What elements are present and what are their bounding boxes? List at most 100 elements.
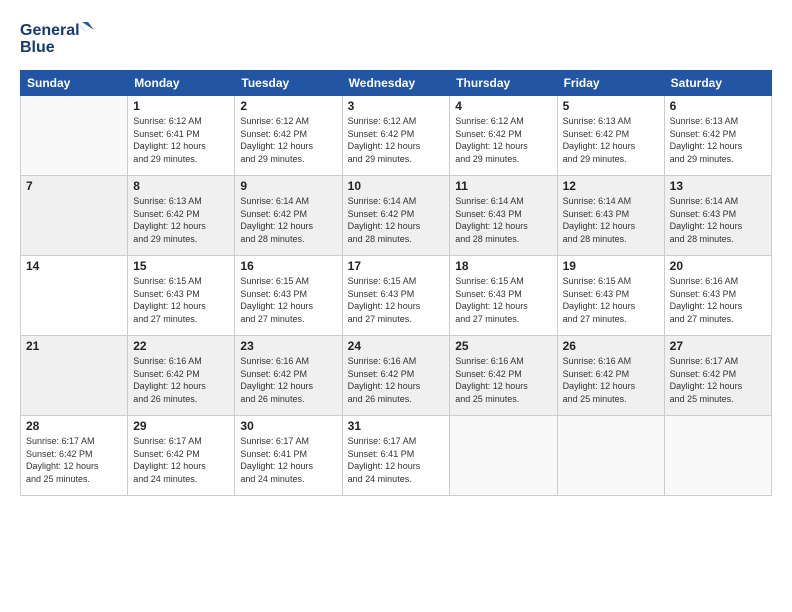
weekday-header-thursday: Thursday (450, 71, 557, 96)
calendar-cell: 27 Sunrise: 6:17 AM Sunset: 6:42 PM Dayli… (664, 336, 771, 416)
day-info: Sunrise: 6:15 AM Sunset: 6:43 PM Dayligh… (348, 275, 445, 325)
day-number: 28 (26, 419, 122, 433)
day-number: 9 (240, 179, 336, 193)
day-number: 26 (563, 339, 659, 353)
day-number: 29 (133, 419, 229, 433)
day-number: 8 (133, 179, 229, 193)
calendar-cell: 18 Sunrise: 6:15 AM Sunset: 6:43 PM Dayli… (450, 256, 557, 336)
day-info: Sunrise: 6:16 AM Sunset: 6:42 PM Dayligh… (240, 355, 336, 405)
weekday-header-friday: Friday (557, 71, 664, 96)
day-info: Sunrise: 6:17 AM Sunset: 6:41 PM Dayligh… (348, 435, 445, 485)
calendar-table: SundayMondayTuesdayWednesdayThursdayFrid… (20, 70, 772, 496)
day-info: Sunrise: 6:16 AM Sunset: 6:42 PM Dayligh… (133, 355, 229, 405)
day-number: 14 (26, 259, 122, 273)
weekday-header-sunday: Sunday (21, 71, 128, 96)
day-number: 2 (240, 99, 336, 113)
weekday-header-saturday: Saturday (664, 71, 771, 96)
calendar-cell: 28 Sunrise: 6:17 AM Sunset: 6:42 PM Dayli… (21, 416, 128, 496)
calendar-cell: 2 Sunrise: 6:12 AM Sunset: 6:42 PM Daylig… (235, 96, 342, 176)
day-info: Sunrise: 6:17 AM Sunset: 6:42 PM Dayligh… (670, 355, 766, 405)
day-info: Sunrise: 6:13 AM Sunset: 6:42 PM Dayligh… (670, 115, 766, 165)
day-number: 13 (670, 179, 766, 193)
calendar-week-3: 14 15 Sunrise: 6:15 AM Sunset: 6:43 PM Day… (21, 256, 772, 336)
calendar-cell: 14 (21, 256, 128, 336)
weekday-header-tuesday: Tuesday (235, 71, 342, 96)
calendar-cell: 7 (21, 176, 128, 256)
day-number: 22 (133, 339, 229, 353)
calendar-cell: 31Sunrise: 6:17 AM Sunset: 6:41 PM Dayli… (342, 416, 450, 496)
day-info: Sunrise: 6:14 AM Sunset: 6:42 PM Dayligh… (240, 195, 336, 245)
day-number: 15 (133, 259, 229, 273)
logo: GeneralBlue (20, 18, 100, 60)
calendar-cell: 3Sunrise: 6:12 AM Sunset: 6:42 PM Daylig… (342, 96, 450, 176)
day-info: Sunrise: 6:15 AM Sunset: 6:43 PM Dayligh… (133, 275, 229, 325)
day-info: Sunrise: 6:16 AM Sunset: 6:42 PM Dayligh… (455, 355, 551, 405)
day-number: 1 (133, 99, 229, 113)
calendar-cell: 24Sunrise: 6:16 AM Sunset: 6:42 PM Dayli… (342, 336, 450, 416)
calendar-cell: 21 (21, 336, 128, 416)
calendar-cell: 20 Sunrise: 6:16 AM Sunset: 6:43 PM Dayli… (664, 256, 771, 336)
calendar-cell: 8 Sunrise: 6:13 AM Sunset: 6:42 PM Daylig… (128, 176, 235, 256)
calendar-cell: 19 Sunrise: 6:15 AM Sunset: 6:43 PM Dayli… (557, 256, 664, 336)
day-info: Sunrise: 6:14 AM Sunset: 6:43 PM Dayligh… (455, 195, 551, 245)
calendar-cell: 29 Sunrise: 6:17 AM Sunset: 6:42 PM Dayli… (128, 416, 235, 496)
day-info: Sunrise: 6:14 AM Sunset: 6:43 PM Dayligh… (563, 195, 659, 245)
day-number: 20 (670, 259, 766, 273)
day-number: 5 (563, 99, 659, 113)
day-number: 7 (26, 179, 122, 193)
day-number: 17 (348, 259, 445, 273)
calendar-cell (664, 416, 771, 496)
calendar-cell: 15 Sunrise: 6:15 AM Sunset: 6:43 PM Dayli… (128, 256, 235, 336)
day-info: Sunrise: 6:12 AM Sunset: 6:41 PM Dayligh… (133, 115, 229, 165)
day-info: Sunrise: 6:13 AM Sunset: 6:42 PM Dayligh… (563, 115, 659, 165)
day-info: Sunrise: 6:14 AM Sunset: 6:43 PM Dayligh… (670, 195, 766, 245)
calendar-cell: 23Sunrise: 6:16 AM Sunset: 6:42 PM Dayli… (235, 336, 342, 416)
day-info: Sunrise: 6:13 AM Sunset: 6:42 PM Dayligh… (133, 195, 229, 245)
calendar-cell: 30 Sunrise: 6:17 AM Sunset: 6:41 PM Dayli… (235, 416, 342, 496)
calendar-cell: 17 Sunrise: 6:15 AM Sunset: 6:43 PM Dayli… (342, 256, 450, 336)
calendar-cell: 5 Sunrise: 6:13 AM Sunset: 6:42 PM Daylig… (557, 96, 664, 176)
day-info: Sunrise: 6:17 AM Sunset: 6:42 PM Dayligh… (133, 435, 229, 485)
day-number: 19 (563, 259, 659, 273)
calendar-cell: 11 Sunrise: 6:14 AM Sunset: 6:43 PM Dayli… (450, 176, 557, 256)
calendar-cell: 25Sunrise: 6:16 AM Sunset: 6:42 PM Dayli… (450, 336, 557, 416)
day-info: Sunrise: 6:17 AM Sunset: 6:42 PM Dayligh… (26, 435, 122, 485)
day-info: Sunrise: 6:16 AM Sunset: 6:42 PM Dayligh… (348, 355, 445, 405)
calendar-cell: 10 Sunrise: 6:14 AM Sunset: 6:42 PM Dayli… (342, 176, 450, 256)
day-number: 4 (455, 99, 551, 113)
logo-svg: GeneralBlue (20, 18, 100, 60)
calendar-cell: 1 Sunrise: 6:12 AM Sunset: 6:41 PM Daylig… (128, 96, 235, 176)
calendar-cell (450, 416, 557, 496)
calendar-week-5: 28 Sunrise: 6:17 AM Sunset: 6:42 PM Dayli… (21, 416, 772, 496)
calendar-week-4: 21 22 Sunrise: 6:16 AM Sunset: 6:42 PM Day… (21, 336, 772, 416)
calendar-cell: 9 Sunrise: 6:14 AM Sunset: 6:42 PM Daylig… (235, 176, 342, 256)
weekday-header-row: SundayMondayTuesdayWednesdayThursdayFrid… (21, 71, 772, 96)
calendar-cell: 26 Sunrise: 6:16 AM Sunset: 6:42 PM Dayli… (557, 336, 664, 416)
calendar-cell: 12 Sunrise: 6:14 AM Sunset: 6:43 PM Dayli… (557, 176, 664, 256)
weekday-header-monday: Monday (128, 71, 235, 96)
day-number: 12 (563, 179, 659, 193)
calendar-cell: 6 Sunrise: 6:13 AM Sunset: 6:42 PM Daylig… (664, 96, 771, 176)
svg-text:General: General (20, 22, 80, 39)
day-info: Sunrise: 6:12 AM Sunset: 6:42 PM Dayligh… (348, 115, 445, 165)
day-info: Sunrise: 6:16 AM Sunset: 6:42 PM Dayligh… (563, 355, 659, 405)
day-number: 18 (455, 259, 551, 273)
calendar-cell: 13 Sunrise: 6:14 AM Sunset: 6:43 PM Dayli… (664, 176, 771, 256)
day-number: 6 (670, 99, 766, 113)
weekday-header-wednesday: Wednesday (342, 71, 450, 96)
calendar-cell: 16Sunrise: 6:15 AM Sunset: 6:43 PM Dayli… (235, 256, 342, 336)
day-info: Sunrise: 6:14 AM Sunset: 6:42 PM Dayligh… (348, 195, 445, 245)
day-number: 10 (348, 179, 445, 193)
day-number: 30 (240, 419, 336, 433)
day-info: Sunrise: 6:15 AM Sunset: 6:43 PM Dayligh… (563, 275, 659, 325)
day-info: Sunrise: 6:16 AM Sunset: 6:43 PM Dayligh… (670, 275, 766, 325)
day-info: Sunrise: 6:17 AM Sunset: 6:41 PM Dayligh… (240, 435, 336, 485)
calendar-cell (557, 416, 664, 496)
calendar-cell (21, 96, 128, 176)
day-number: 11 (455, 179, 551, 193)
day-info: Sunrise: 6:12 AM Sunset: 6:42 PM Dayligh… (240, 115, 336, 165)
day-info: Sunrise: 6:15 AM Sunset: 6:43 PM Dayligh… (455, 275, 551, 325)
calendar-week-1: 1 Sunrise: 6:12 AM Sunset: 6:41 PM Daylig… (21, 96, 772, 176)
day-number: 27 (670, 339, 766, 353)
calendar-week-2: 78 Sunrise: 6:13 AM Sunset: 6:42 PM Dayli… (21, 176, 772, 256)
